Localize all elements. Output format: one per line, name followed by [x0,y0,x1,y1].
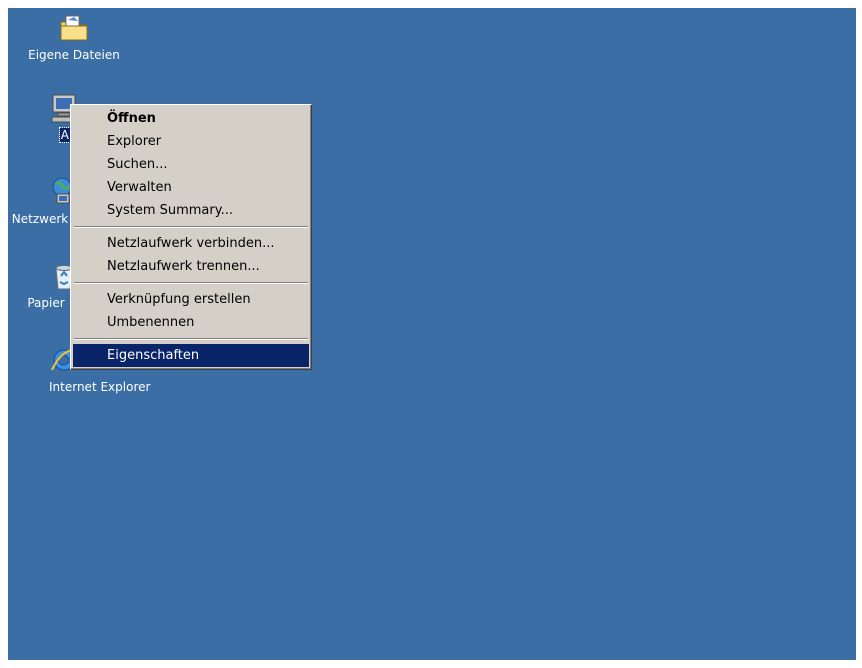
menu-item-explorer[interactable]: Explorer [73,130,309,153]
desktop-icon-my-documents[interactable]: Eigene Dateien [14,12,134,62]
menu-item-manage[interactable]: Verwalten [73,176,309,199]
menu-item-rename[interactable]: Umbenennen [73,311,309,334]
menu-item-properties[interactable]: Eigenschaften [73,344,309,367]
menu-separator [74,282,308,284]
folder-documents-icon [58,12,90,44]
menu-item-system-summary[interactable]: System Summary... [73,199,309,222]
desktop-icon-label: Eigene Dateien [28,48,120,62]
desktop: Eigene Dateien Arbeits Netzwerk [8,8,856,660]
menu-item-disconnect-network-drive[interactable]: Netzlaufwerk trennen... [73,255,309,278]
menu-item-open[interactable]: Öffnen [73,107,309,130]
menu-separator [74,226,308,228]
menu-item-map-network-drive[interactable]: Netzlaufwerk verbinden... [73,232,309,255]
context-menu: Öffnen Explorer Suchen... Verwalten Syst… [70,104,312,370]
desktop-icon-label: Internet Explorer [49,380,151,394]
menu-item-search[interactable]: Suchen... [73,153,309,176]
menu-separator [74,338,308,340]
desktop-icon-label: Netzwerk [11,212,69,226]
desktop-icon-label: Papier [27,296,65,310]
menu-item-create-shortcut[interactable]: Verknüpfung erstellen [73,288,309,311]
